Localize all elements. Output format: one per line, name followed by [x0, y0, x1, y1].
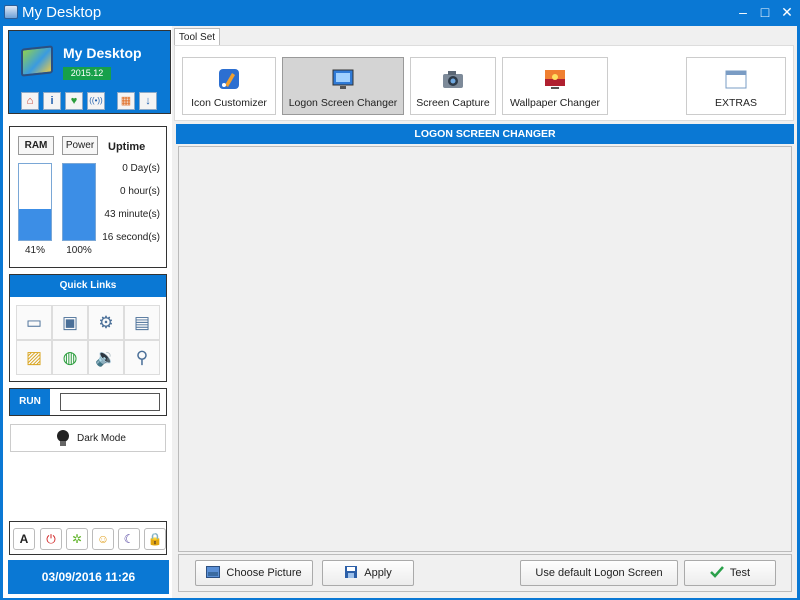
- icon-customizer-label: Icon Customizer: [191, 97, 267, 109]
- folder-icon[interactable]: ▨: [16, 340, 52, 375]
- test-button[interactable]: Test: [684, 560, 776, 586]
- lime-icon[interactable]: ✲: [66, 528, 88, 550]
- uptime-days: 0 Day(s): [122, 163, 160, 174]
- camera-icon: [443, 71, 463, 88]
- apply-button[interactable]: Apply: [322, 560, 414, 586]
- lightbulb-icon: [57, 430, 69, 447]
- wallpaper-icon: [545, 70, 565, 89]
- run-box: RUN: [9, 388, 167, 416]
- speaker-icon[interactable]: 🔉: [88, 340, 124, 375]
- icon-customizer-icon: [219, 69, 239, 89]
- bottom-action-bar: A ⏻ ✲ ☺ ☾ 🔒: [9, 521, 167, 555]
- tool-set-toolbar: Icon Customizer Logon Screen Changer Scr…: [174, 45, 794, 121]
- quick-links-grid: ▭ ▣ ⚙ ▤ ▨ ◍ 🔉 ⚲: [16, 305, 160, 375]
- lock-icon[interactable]: 🔒: [144, 528, 166, 550]
- app-icon: [4, 5, 18, 19]
- maximize-button[interactable]: □: [756, 3, 774, 21]
- tab-tool-set[interactable]: Tool Set: [174, 28, 220, 46]
- screen-capture-label: Screen Capture: [416, 97, 490, 109]
- logon-preview-area: [178, 146, 792, 552]
- action-bar: Choose Picture Apply Use default Logon S…: [178, 554, 792, 592]
- use-default-logon-button[interactable]: Use default Logon Screen: [520, 560, 678, 586]
- apply-label: Apply: [364, 567, 392, 579]
- health-icon[interactable]: ♥: [65, 92, 83, 110]
- power-bar: [62, 163, 96, 241]
- run-label: RUN: [10, 389, 50, 415]
- power-icon[interactable]: ⏻: [40, 528, 62, 550]
- system-stats: RAM Power 41% 100% Uptime 0 Day(s) 0 hou…: [9, 126, 167, 268]
- moon-icon[interactable]: ☾: [118, 528, 140, 550]
- picture-icon: [206, 566, 221, 578]
- wireless-icon[interactable]: ((•)): [87, 92, 105, 110]
- power-percent: 100%: [66, 245, 92, 256]
- window-icon: [725, 70, 747, 89]
- display-icon[interactable]: ▤: [124, 305, 160, 340]
- home-icon[interactable]: ⌂: [21, 92, 39, 110]
- logon-screen-icon: [332, 69, 354, 89]
- title-bar: My Desktop – □ ✕: [0, 0, 800, 26]
- extras-button[interactable]: EXTRAS: [686, 57, 786, 115]
- profile-name: My Desktop: [63, 45, 142, 61]
- datetime-display: 03/09/2016 11:26: [8, 560, 169, 594]
- close-button[interactable]: ✕: [778, 3, 796, 21]
- test-label: Test: [729, 567, 751, 579]
- ram-label[interactable]: RAM: [18, 136, 54, 155]
- download-icon[interactable]: ↓: [139, 92, 157, 110]
- icon-customizer-button[interactable]: Icon Customizer: [182, 57, 276, 115]
- profile-panel: My Desktop 2015.12 ⌂ i ♥ ((•)) ▦ ↓: [8, 30, 171, 114]
- choose-picture-button[interactable]: Choose Picture: [195, 560, 313, 586]
- power-bar-fill: [63, 164, 95, 240]
- power-label[interactable]: Power: [62, 136, 98, 155]
- main-window: My Desktop 2015.12 ⌂ i ♥ ((•)) ▦ ↓ RAM P…: [3, 26, 797, 598]
- network-icon[interactable]: ▣: [52, 305, 88, 340]
- globe-icon[interactable]: ◍: [52, 340, 88, 375]
- version-badge: 2015.12: [63, 67, 111, 80]
- panel-title: LOGON SCREEN CHANGER: [176, 124, 794, 144]
- use-default-logon-label: Use default Logon Screen: [535, 567, 663, 579]
- uptime-seconds: 16 second(s): [102, 232, 160, 243]
- minimize-button[interactable]: –: [734, 3, 752, 21]
- dark-mode-label: Dark Mode: [77, 433, 126, 444]
- window-title: My Desktop: [22, 4, 102, 21]
- save-icon: [345, 566, 358, 578]
- wallpaper-changer-button[interactable]: Wallpaper Changer: [502, 57, 608, 115]
- extras-label: EXTRAS: [714, 97, 757, 109]
- ram-bar-fill: [19, 208, 51, 240]
- uptime-minutes: 43 minute(s): [104, 209, 160, 220]
- screen-capture-button[interactable]: Screen Capture: [410, 57, 496, 115]
- desktop-logo-icon: [21, 45, 53, 77]
- dark-mode-button[interactable]: Dark Mode: [10, 424, 166, 452]
- quick-links-title: Quick Links: [10, 275, 166, 297]
- sidebar: My Desktop 2015.12 ⌂ i ♥ ((•)) ▦ ↓ RAM P…: [3, 26, 172, 598]
- logon-screen-changer-label: Logon Screen Changer: [288, 97, 398, 109]
- run-input[interactable]: [60, 393, 160, 411]
- ram-percent: 41%: [24, 245, 45, 256]
- ram-bar: [18, 163, 52, 241]
- uptime-title: Uptime: [108, 141, 146, 153]
- quick-links-panel: Quick Links ▭ ▣ ⚙ ▤ ▨ ◍ 🔉 ⚲: [9, 274, 167, 382]
- apps-icon[interactable]: ▦: [117, 92, 135, 110]
- checkmark-icon: [710, 566, 724, 578]
- logon-screen-changer-button[interactable]: Logon Screen Changer: [282, 57, 404, 115]
- info-icon[interactable]: i: [43, 92, 61, 110]
- usb-icon[interactable]: ⚲: [124, 340, 160, 375]
- monitor-icon[interactable]: ▭: [16, 305, 52, 340]
- wallpaper-changer-label: Wallpaper Changer: [509, 97, 601, 109]
- choose-picture-label: Choose Picture: [226, 567, 302, 579]
- smiley-icon[interactable]: ☺: [92, 528, 114, 550]
- uptime-hours: 0 hour(s): [119, 186, 160, 197]
- settings-icon[interactable]: ⚙: [88, 305, 124, 340]
- font-icon[interactable]: A: [13, 528, 35, 550]
